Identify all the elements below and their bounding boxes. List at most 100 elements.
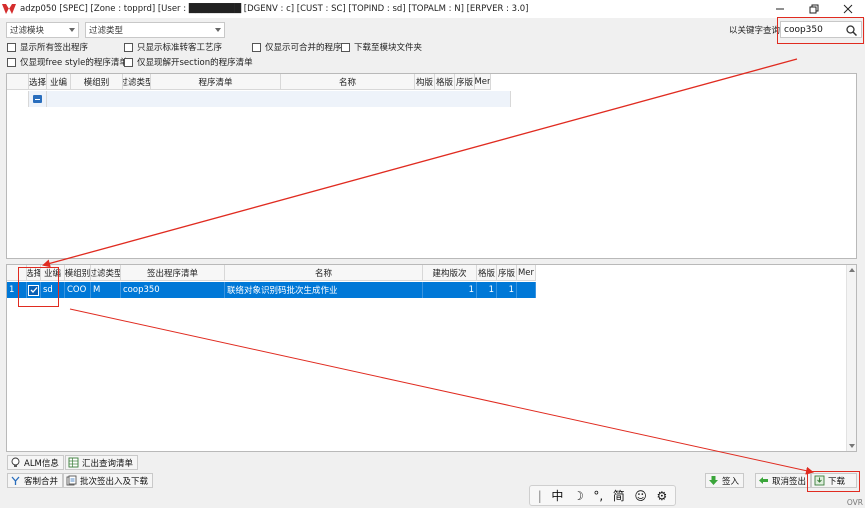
checkbox-label: 显示所有签出程序 <box>20 43 89 53</box>
checkin-button[interactable]: 签入 <box>705 473 745 488</box>
col-header-module[interactable]: 模组别 <box>65 265 91 281</box>
ime-lang-toggle[interactable]: 中 <box>551 487 563 504</box>
module-filter-select[interactable]: 过滤模块 <box>6 22 79 38</box>
ime-script-toggle[interactable]: 简 <box>613 487 625 504</box>
select-all-row <box>7 91 511 107</box>
checkbox-label: 仅显示可合并的程序 <box>265 43 342 53</box>
col-header-grid-ver[interactable]: 格版 <box>435 74 455 90</box>
show-all-checkout-checkbox[interactable]: 显示所有签出程序 <box>7 41 88 53</box>
col-header-name[interactable]: 名称 <box>225 265 423 281</box>
col-header-seq-ver[interactable]: 序版 <box>455 74 475 90</box>
cell-industry: sd <box>41 282 65 298</box>
cell-grid-ver: 1 <box>477 282 497 298</box>
window-controls <box>763 0 865 18</box>
col-header-seq-ver[interactable]: 序版 <box>497 265 517 281</box>
checkbox-box[interactable] <box>124 57 133 67</box>
program-list-grid: 选择 业编 模组别 过滤类型 程序清单 名称 构版 格版 序版 Mer <box>6 73 857 259</box>
col-header-type[interactable]: 过滤类型 <box>91 265 121 281</box>
custom-merge-button[interactable]: 客制合并 <box>7 473 64 488</box>
checkbox-box[interactable] <box>252 42 261 52</box>
row-index-cell[interactable]: 1 <box>7 282 27 298</box>
scroll-up-icon[interactable] <box>849 268 855 272</box>
col-header-type[interactable]: 过滤类型 <box>123 74 151 90</box>
maximize-button[interactable] <box>797 0 831 18</box>
col-header-grid-ver[interactable]: 格版 <box>477 265 497 281</box>
col-header-program[interactable]: 程序清单 <box>151 74 281 90</box>
row-header-cell <box>7 91 29 107</box>
chevron-down-icon <box>69 28 75 32</box>
vertical-scrollbar[interactable] <box>846 265 856 451</box>
type-filter-select[interactable]: 过滤类型 <box>85 22 225 38</box>
scroll-down-icon[interactable] <box>849 444 855 448</box>
close-button[interactable] <box>831 0 865 18</box>
alm-info-label: ALM信息 <box>24 458 59 469</box>
show-freestyle-checkbox[interactable]: 仅显现free style的程序清单 <box>7 56 128 68</box>
export-list-button[interactable]: 汇出查询清单 <box>65 455 139 470</box>
table-row[interactable]: 1 sd COO M coop350 联络对象识别码批次生成作业 1 1 1 <box>7 282 536 298</box>
row-header-cell <box>7 74 29 90</box>
spreadsheet-icon <box>68 457 79 468</box>
row-select-cell[interactable] <box>27 282 41 298</box>
emoji-icon[interactable]: ☺ <box>634 489 647 503</box>
custom-merge-label: 客制合并 <box>24 476 59 487</box>
select-all-cell[interactable] <box>29 91 47 107</box>
select-all-checkbox[interactable] <box>33 95 42 103</box>
search-icon <box>845 24 857 36</box>
col-header-program[interactable]: 签出程序清单 <box>121 265 225 281</box>
col-header-build-ver[interactable]: 构版 <box>415 74 435 90</box>
col-header-industry[interactable]: 业编 <box>41 265 65 281</box>
col-header-select[interactable]: 选择 <box>29 74 47 90</box>
merge-icon <box>10 475 21 486</box>
grid-header: 选择 业编 模组别 过滤类型 程序清单 名称 构版 格版 序版 Mer <box>7 74 491 90</box>
ime-cursor: | <box>537 488 542 503</box>
batch-checkout-button[interactable]: 批次签出入及下载 <box>63 473 154 488</box>
col-header-mer[interactable]: Mer <box>475 74 491 90</box>
alm-info-button[interactable]: ALM信息 <box>7 455 64 470</box>
cell-module: COO <box>65 282 91 298</box>
checkout-list-grid: 选择 业编 模组别 过滤类型 签出程序清单 名称 建构版次 格版 序版 Mer … <box>6 264 857 452</box>
ime-toolbar: | 中 ☽ °, 简 ☺ ⚙ <box>529 485 676 506</box>
ime-punct-toggle[interactable]: °, <box>593 489 603 503</box>
download-to-module-checkbox[interactable]: 下载至模块文件夹 <box>341 41 422 53</box>
show-mergeable-checkbox[interactable]: 仅显示可合并的程序 <box>252 41 342 53</box>
checkbox-box[interactable] <box>341 42 350 52</box>
restore-icon <box>809 4 819 14</box>
cancel-checkout-button[interactable]: 取消签出 <box>755 473 812 488</box>
close-icon <box>843 4 853 14</box>
checkbox-label: 仅显现解开section的程序清单 <box>137 58 253 68</box>
window-title: adzp050 [SPEC] [Zone : topprd] [User : █… <box>20 4 529 14</box>
col-header-module[interactable]: 模组别 <box>71 74 123 90</box>
search-button[interactable] <box>843 23 859 37</box>
show-unsection-checkbox[interactable]: 仅显现解开section的程序清单 <box>124 56 253 68</box>
row-checkbox[interactable] <box>28 284 39 296</box>
title-bar: adzp050 [SPEC] [Zone : topprd] [User : █… <box>0 0 865 18</box>
minimize-button[interactable] <box>763 0 797 18</box>
cell-seq-ver: 1 <box>497 282 517 298</box>
cancel-checkout-label: 取消签出 <box>772 476 807 487</box>
checkbox-box[interactable] <box>7 57 16 67</box>
checkbox-box[interactable] <box>7 42 16 52</box>
empty-filter-cells <box>47 91 511 107</box>
undo-arrow-icon <box>758 475 769 486</box>
options-row-2: 仅显现free style的程序清单 仅显现解开section的程序清单 <box>0 56 865 70</box>
moon-icon[interactable]: ☽ <box>573 489 584 503</box>
checkbox-box[interactable] <box>124 42 133 52</box>
settings-icon[interactable]: ⚙ <box>656 489 667 503</box>
col-header-industry[interactable]: 业编 <box>47 74 71 90</box>
keyword-label: 以关键字查询 <box>729 26 781 36</box>
show-std-only-checkbox[interactable]: 只显示标准转客工艺序 <box>124 41 222 53</box>
col-header-select[interactable]: 选择 <box>27 265 41 281</box>
checkbox-label: 下载至模块文件夹 <box>354 43 423 53</box>
grid-header: 选择 业编 模组别 过滤类型 签出程序清单 名称 建构版次 格版 序版 Mer <box>7 265 536 281</box>
type-filter-label: 过滤类型 <box>89 26 124 36</box>
col-header-mer[interactable]: Mer <box>517 265 536 281</box>
col-header-build-ver[interactable]: 建构版次 <box>423 265 477 281</box>
batch-checkout-label: 批次签出入及下载 <box>80 476 149 487</box>
checkbox-label: 只显示标准转客工艺序 <box>137 43 223 53</box>
lightbulb-icon <box>10 457 21 468</box>
module-filter-label: 过滤模块 <box>10 26 45 36</box>
checkbox-label: 仅显现free style的程序清单 <box>20 58 128 68</box>
options-row-1: 显示所有签出程序 只显示标准转客工艺序 仅显示可合并的程序 下载至模块文件夹 <box>0 41 865 55</box>
download-button[interactable]: 下载 <box>811 473 857 488</box>
col-header-name[interactable]: 名称 <box>281 74 415 90</box>
